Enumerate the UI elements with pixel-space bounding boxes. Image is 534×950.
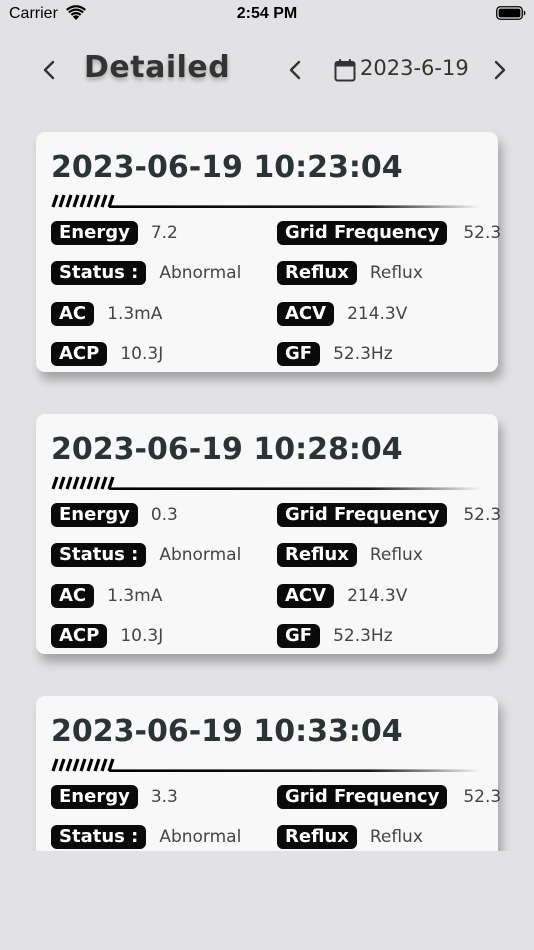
acv-field: ACV 214.3V <box>277 301 407 327</box>
reflux-field: Reflux Reflux <box>277 542 423 568</box>
grid-frequency-value: 52.3 <box>463 787 502 807</box>
prev-date-chevron-icon[interactable] <box>284 58 308 82</box>
status-field: Status : Abnormal <box>51 824 241 850</box>
acv-tag: ACV <box>277 584 335 608</box>
acp-field: ACP 10.3J <box>51 623 163 649</box>
record-card: 2023-06-19 10:23:04 Energy 7.2 Grid Freq… <box>36 132 501 372</box>
record-list[interactable]: 2023-06-19 10:23:04 Energy 7.2 Grid Freq… <box>0 120 534 851</box>
record-time: 2023-06-19 10:33:04 <box>51 714 403 749</box>
acv-value: 214.3V <box>347 304 408 324</box>
record-card: 2023-06-19 10:28:04 Energy 0.3 Grid Freq… <box>36 414 501 654</box>
record-time: 2023-06-19 10:28:04 <box>51 432 403 467</box>
record-card: 2023-06-19 10:33:04 Energy 3.3 Grid Freq… <box>36 696 501 851</box>
reflux-field: Reflux Reflux <box>277 824 423 850</box>
grid-frequency-field: Grid Frequency 52.3 <box>277 220 501 246</box>
energy-field: Energy 0.3 <box>51 502 178 528</box>
grid-frequency-field: Grid Frequency 52.3 <box>277 502 501 528</box>
grid-frequency-tag: Grid Frequency <box>277 785 448 809</box>
acp-tag: ACP <box>51 342 108 366</box>
ac-field: AC 1.3mA <box>51 301 162 327</box>
reflux-tag: Reflux <box>277 543 357 567</box>
ac-field: AC 1.3mA <box>51 583 162 609</box>
nav-bar: Detailed 2023-6-19 <box>0 42 534 98</box>
gf-value: 52.3Hz <box>333 626 393 646</box>
acp-value: 10.3J <box>120 626 164 646</box>
page-title: Detailed <box>84 50 231 85</box>
acv-value: 214.3V <box>347 586 408 606</box>
status-field: Status : Abnormal <box>51 260 241 286</box>
status-field: Status : Abnormal <box>51 542 241 568</box>
acv-field: ACV 214.3V <box>277 583 407 609</box>
selected-date[interactable]: 2023-6-19 <box>360 56 469 80</box>
energy-value: 0.3 <box>150 505 178 525</box>
grid-frequency-tag: Grid Frequency <box>277 221 448 245</box>
calendar-icon[interactable] <box>334 58 356 82</box>
energy-tag: Energy <box>51 221 138 245</box>
energy-value: 7.2 <box>150 223 178 243</box>
status-tag: Status : <box>51 261 147 285</box>
acp-value: 10.3J <box>120 344 164 364</box>
ac-value: 1.3mA <box>107 586 163 606</box>
reflux-value: Reflux <box>369 827 423 847</box>
status-value: Abnormal <box>159 827 242 847</box>
ac-tag: AC <box>51 302 95 326</box>
gf-field: GF 52.3Hz <box>277 623 393 649</box>
reflux-value: Reflux <box>369 263 423 283</box>
acv-tag: ACV <box>277 302 335 326</box>
status-value: Abnormal <box>159 545 242 565</box>
card-divider <box>51 476 481 490</box>
gf-tag: GF <box>277 342 321 366</box>
status-bar: Carrier 2:54 PM <box>0 0 534 28</box>
gf-tag: GF <box>277 624 321 648</box>
energy-tag: Energy <box>51 503 138 527</box>
back-chevron-icon[interactable] <box>38 58 62 82</box>
reflux-field: Reflux Reflux <box>277 260 423 286</box>
record-time: 2023-06-19 10:23:04 <box>51 150 403 185</box>
energy-tag: Energy <box>51 785 138 809</box>
battery-icon <box>496 6 526 20</box>
grid-frequency-field: Grid Frequency 52.3 <box>277 784 501 810</box>
card-divider <box>51 758 481 772</box>
card-divider <box>51 194 481 208</box>
reflux-tag: Reflux <box>277 825 357 849</box>
ac-value: 1.3mA <box>107 304 163 324</box>
energy-field: Energy 3.3 <box>51 784 178 810</box>
reflux-tag: Reflux <box>277 261 357 285</box>
grid-frequency-value: 52.3 <box>463 505 502 525</box>
status-value: Abnormal <box>159 263 242 283</box>
grid-frequency-tag: Grid Frequency <box>277 503 448 527</box>
status-tag: Status : <box>51 543 147 567</box>
acp-tag: ACP <box>51 624 108 648</box>
gf-field: GF 52.3Hz <box>277 341 393 367</box>
next-date-chevron-icon[interactable] <box>487 58 511 82</box>
ac-tag: AC <box>51 584 95 608</box>
status-tag: Status : <box>51 825 147 849</box>
energy-field: Energy 7.2 <box>51 220 178 246</box>
energy-value: 3.3 <box>150 787 178 807</box>
grid-frequency-value: 52.3 <box>463 223 502 243</box>
clock: 2:54 PM <box>236 5 298 22</box>
acp-field: ACP 10.3J <box>51 341 163 367</box>
gf-value: 52.3Hz <box>333 344 393 364</box>
reflux-value: Reflux <box>369 545 423 565</box>
